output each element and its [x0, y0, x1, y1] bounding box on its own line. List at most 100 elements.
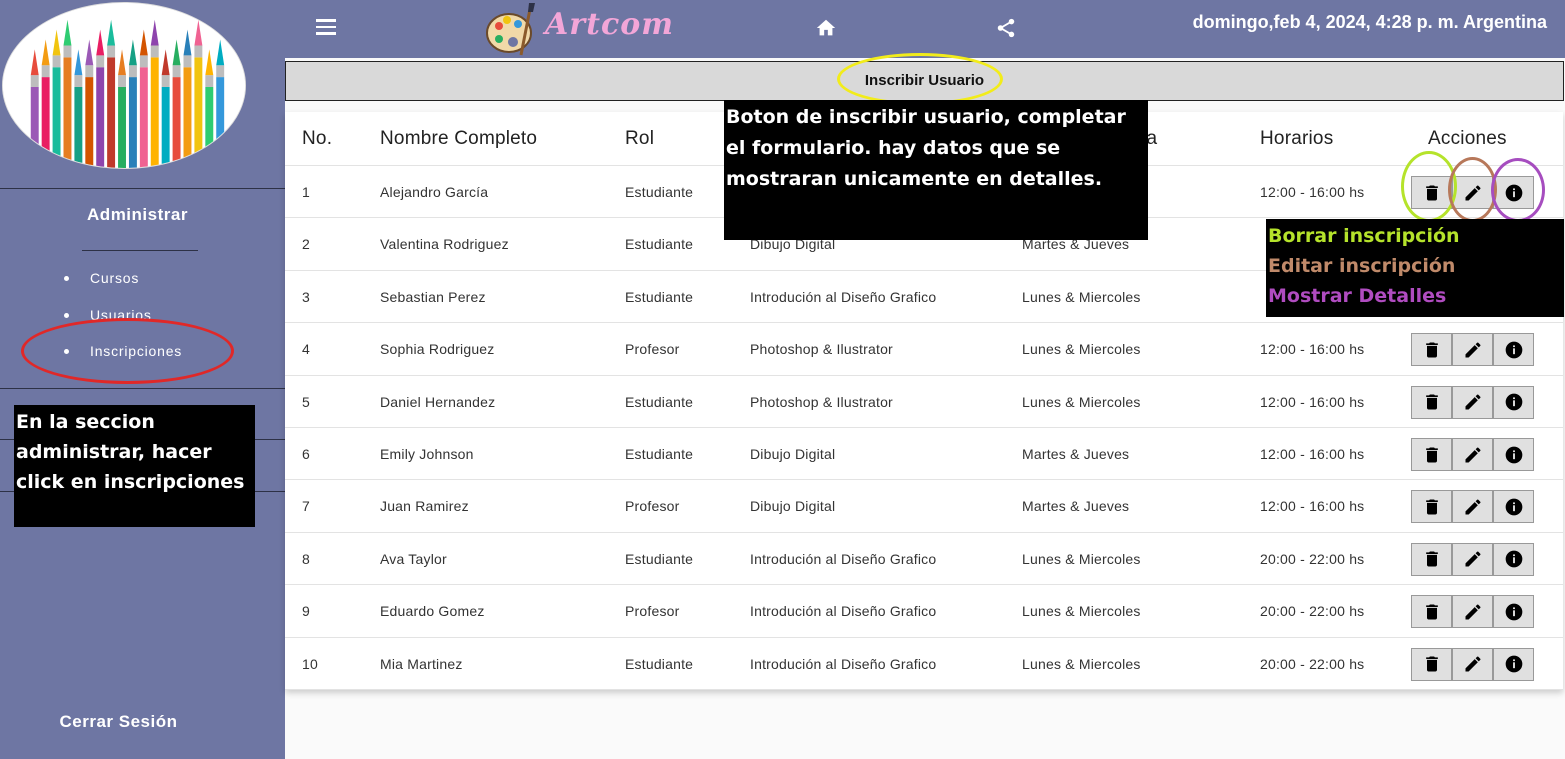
cell-name: Emily Johnson — [380, 446, 474, 462]
delete-button[interactable] — [1411, 385, 1452, 419]
delete-button[interactable] — [1411, 647, 1452, 681]
table-row: 7 Juan Ramirez Profesor Dibujo Digital Marte… — [285, 480, 1563, 533]
info-icon — [1504, 549, 1524, 569]
row-actions — [1411, 647, 1534, 681]
trash-icon — [1422, 445, 1442, 465]
details-button[interactable] — [1493, 385, 1534, 419]
edit-button[interactable] — [1452, 438, 1493, 471]
sidebar: Administrar Cursos Usuarios Inscripcione… — [0, 0, 285, 759]
cell-days: Martes & Jueves — [1022, 446, 1130, 462]
cell-days: Lunes & Miercoles — [1022, 550, 1141, 567]
cell-rol: Estudiante — [625, 550, 694, 567]
pencil-icon — [1463, 445, 1483, 465]
annotation-sidebar-note: En la seccion administrar, hacer click e… — [14, 405, 255, 527]
cell-rol: Estudiante — [625, 393, 694, 410]
cell-days: Lunes & Miercoles — [1022, 288, 1141, 305]
details-button[interactable] — [1493, 176, 1534, 209]
sidebar-divider — [0, 188, 285, 189]
details-button[interactable] — [1493, 490, 1534, 524]
paintbrushes-logo-image — [2, 2, 246, 169]
cell-hours: 20:00 - 22:00 hs — [1260, 655, 1365, 672]
annotation-enroll-note: Boton de inscribir usuario, completar el… — [724, 100, 1148, 240]
row-actions — [1411, 595, 1534, 629]
details-button[interactable] — [1493, 542, 1534, 576]
brand-name[interactable]: Artcom — [545, 7, 674, 42]
date-time-display: domingo,feb 4, 2024, 4:28 p. m. Argentin… — [1192, 12, 1547, 32]
edit-button[interactable] — [1452, 385, 1493, 419]
enroll-user-button[interactable]: Inscribir Usuario — [285, 61, 1564, 101]
cell-rol: Estudiante — [625, 446, 694, 462]
delete-button[interactable] — [1411, 595, 1452, 629]
sidebar-item-usuarios[interactable]: Usuarios — [64, 305, 182, 342]
table-row: 6 Emily Johnson Estudiante Dibujo Digital Ma… — [285, 428, 1563, 481]
cell-hours: 20:00 - 22:00 hs — [1260, 603, 1365, 620]
row-actions — [1411, 542, 1534, 576]
cell-no: 5 — [302, 393, 310, 410]
edit-button[interactable] — [1452, 595, 1493, 629]
info-icon — [1504, 654, 1524, 674]
logout-button[interactable]: Cerrar Sesión — [0, 712, 237, 732]
row-actions — [1411, 438, 1534, 471]
edit-button[interactable] — [1452, 647, 1493, 681]
cell-days: Lunes & Miercoles — [1022, 603, 1141, 620]
cell-name: Mia Martinez — [380, 655, 463, 672]
bullet-icon — [64, 276, 69, 281]
column-header-name: Nombre Completo — [380, 128, 538, 149]
info-icon — [1504, 183, 1524, 203]
edit-button[interactable] — [1452, 490, 1493, 524]
cell-name: Valentina Rodriguez — [380, 236, 509, 253]
details-button[interactable] — [1493, 595, 1534, 629]
trash-icon — [1422, 340, 1442, 360]
pencil-icon — [1463, 549, 1483, 569]
cell-no: 2 — [302, 236, 310, 253]
sidebar-item-label: Inscripciones — [90, 343, 183, 359]
edit-button[interactable] — [1452, 333, 1493, 367]
info-icon — [1504, 340, 1524, 360]
cell-days: Lunes & Miercoles — [1022, 393, 1141, 410]
details-button[interactable] — [1493, 647, 1534, 681]
sidebar-item-inscripciones[interactable]: Inscripciones — [64, 341, 182, 378]
details-button[interactable] — [1493, 438, 1534, 471]
row-actions — [1411, 490, 1534, 524]
column-header-no: No. — [302, 128, 333, 149]
delete-button[interactable] — [1411, 542, 1452, 576]
cell-no: 7 — [302, 498, 310, 515]
table-row: 5 Daniel Hernandez Estudiante Photoshop & I… — [285, 376, 1563, 428]
trash-icon — [1422, 183, 1442, 203]
pencil-icon — [1463, 497, 1483, 517]
trash-icon — [1422, 497, 1442, 517]
table-row: 4 Sophia Rodriguez Profesor Photoshop & Ilu… — [285, 323, 1563, 376]
annotation-delete-label: Borrar inscripción — [1268, 225, 1460, 247]
edit-button[interactable] — [1452, 176, 1493, 209]
cell-name: Juan Ramirez — [380, 498, 469, 515]
sidebar-item-cursos[interactable]: Cursos — [64, 268, 182, 305]
cell-course: Introdución al Diseño Grafico — [750, 288, 937, 305]
sidebar-title-underline — [82, 250, 198, 251]
menu-icon[interactable] — [316, 19, 336, 35]
delete-button[interactable] — [1411, 490, 1452, 524]
cell-name: Eduardo Gomez — [380, 603, 485, 620]
share-icon[interactable] — [995, 17, 1017, 39]
cell-name: Sebastian Perez — [380, 288, 486, 305]
info-icon — [1504, 445, 1524, 465]
table-row: 10 Mia Martinez Estudiante Introdución al D… — [285, 638, 1563, 690]
home-icon[interactable] — [815, 17, 837, 39]
details-button[interactable] — [1493, 333, 1534, 367]
bullet-icon — [64, 312, 69, 318]
annotation-edit-label: Editar inscripción — [1268, 255, 1456, 277]
cell-course: Introdución al Diseño Grafico — [750, 655, 937, 672]
cell-name: Ava Taylor — [380, 550, 447, 567]
pencil-icon — [1463, 340, 1483, 360]
trash-icon — [1422, 602, 1442, 622]
cell-course: Introdución al Diseño Grafico — [750, 550, 937, 567]
cell-rol: Estudiante — [625, 655, 694, 672]
delete-button[interactable] — [1411, 333, 1452, 367]
column-header-actions: Acciones — [1428, 128, 1507, 149]
column-header-rol: Rol — [625, 128, 655, 149]
delete-button[interactable] — [1411, 438, 1452, 471]
edit-button[interactable] — [1452, 542, 1493, 576]
cell-hours: 20:00 - 22:00 hs — [1260, 550, 1365, 567]
info-icon — [1504, 497, 1524, 517]
delete-button[interactable] — [1411, 176, 1452, 209]
cell-no: 4 — [302, 341, 310, 358]
